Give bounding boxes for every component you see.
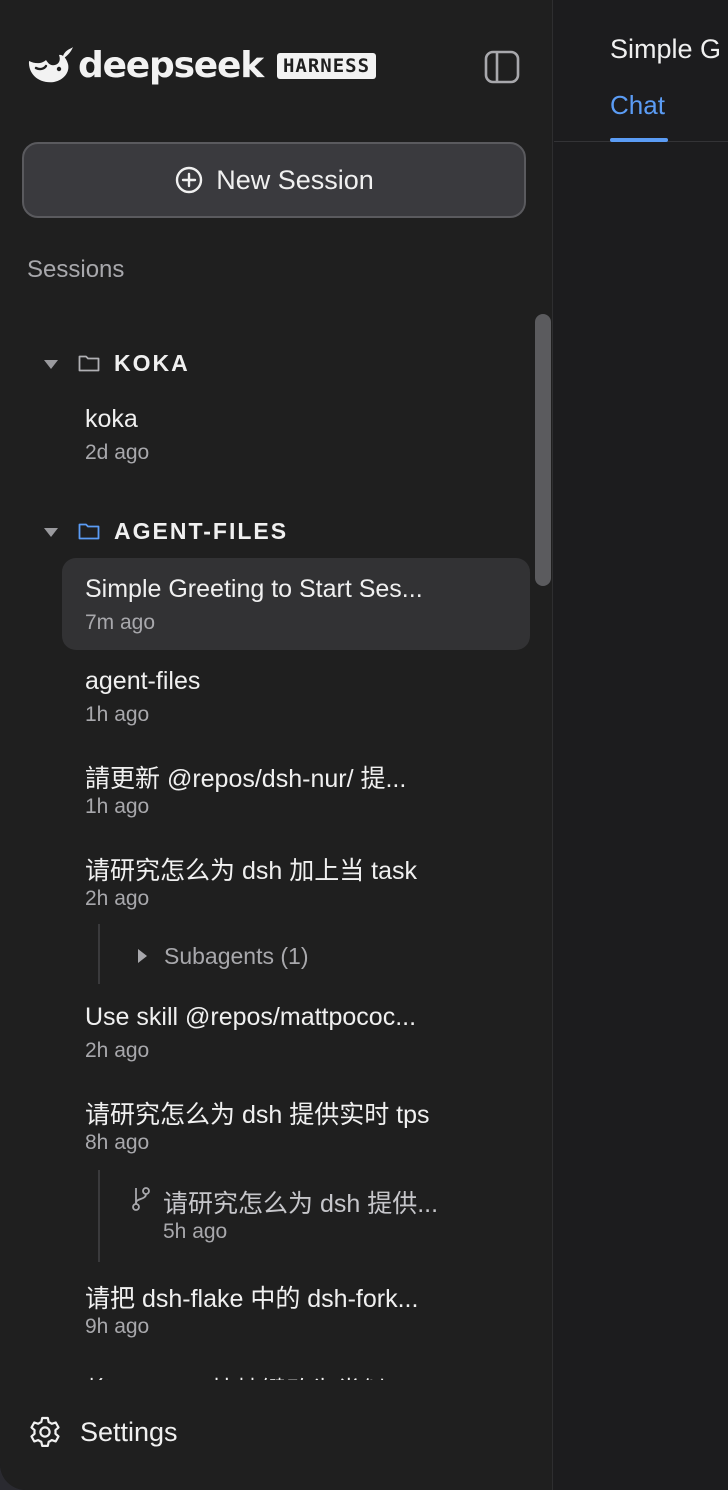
sidebar-scrollbar[interactable] bbox=[535, 314, 551, 586]
session-time: 2d ago bbox=[85, 441, 150, 464]
settings-button[interactable]: Settings bbox=[28, 1410, 178, 1454]
main-header: Simple G Chat bbox=[554, 0, 728, 142]
group-name: AGENT-FILES bbox=[114, 517, 289, 544]
session-time: 2h ago bbox=[85, 887, 150, 910]
session-time: 1h ago bbox=[85, 795, 150, 818]
harness-badge: HARNESS bbox=[276, 53, 377, 79]
session-time: 7m ago bbox=[85, 611, 156, 634]
session-item-active[interactable]: Simple Greeting to Start Ses... 7m ago bbox=[62, 558, 530, 650]
session-item[interactable]: 請更新 @repos/dsh-nur/ 提... 1h ago bbox=[62, 742, 530, 834]
brand-logo: deepseek HARNESS bbox=[26, 44, 377, 88]
session-item[interactable]: 请研究怎么为 dsh 提供实时 tps 8h ago bbox=[62, 1078, 530, 1170]
session-title: 請更新 @repos/dsh-nur/ 提... bbox=[85, 765, 407, 793]
caret-right-icon bbox=[138, 949, 147, 963]
subagents-toggle[interactable]: Subagents (1) bbox=[138, 940, 308, 972]
session-item[interactable]: 请研究怎么为 dsh 加上当 task 2h ago bbox=[62, 834, 530, 926]
session-title: 请研究怎么为 dsh 提供实时 tps bbox=[85, 1101, 430, 1129]
session-title: agent-files bbox=[85, 667, 201, 695]
tree-connector bbox=[98, 1170, 100, 1262]
tree-connector bbox=[98, 924, 100, 984]
session-item[interactable]: agent-files 1h ago bbox=[62, 650, 530, 742]
fork-title: 请研究怎么为 dsh 提供... bbox=[163, 1190, 439, 1218]
new-session-label: New Session bbox=[216, 164, 374, 195]
fork-time: 5h ago bbox=[163, 1220, 228, 1243]
subagents-label: Subagents (1) bbox=[164, 942, 309, 969]
group-header-agent-files[interactable]: AGENT-FILES bbox=[44, 515, 288, 547]
tab-chat[interactable]: Chat bbox=[610, 90, 665, 121]
whale-logo-icon bbox=[28, 47, 73, 83]
session-list: KOKA koka 2d ago AGENT-FILES Simple Gree… bbox=[0, 318, 553, 1380]
active-tab-indicator bbox=[610, 138, 668, 142]
session-title: 将Windows快捷键改为类似M bbox=[85, 1371, 407, 1380]
sidebar-toggle-icon[interactable] bbox=[484, 50, 520, 84]
session-item[interactable]: Use skill @repos/mattpococ... 2h ago bbox=[62, 986, 530, 1078]
plus-circle-icon bbox=[176, 166, 203, 194]
new-session-button[interactable]: New Session bbox=[22, 142, 526, 218]
session-title: Use skill @repos/mattpococ... bbox=[85, 1003, 417, 1031]
session-time: 9h ago bbox=[85, 1315, 150, 1338]
brand-wordmark: deepseek bbox=[78, 45, 264, 86]
group-header-koka[interactable]: KOKA bbox=[44, 347, 190, 379]
session-item[interactable]: koka 2d ago bbox=[62, 388, 530, 480]
session-title: 请把 dsh-flake 中的 dsh-fork... bbox=[85, 1285, 419, 1313]
sessions-heading: Sessions bbox=[27, 256, 125, 283]
forked-session-item[interactable]: 请研究怎么为 dsh 提供... 5h ago bbox=[126, 1180, 530, 1260]
folder-icon bbox=[78, 523, 100, 540]
git-branch-icon bbox=[132, 1187, 150, 1211]
session-time: 2h ago bbox=[85, 1039, 150, 1062]
group-name: KOKA bbox=[114, 349, 190, 376]
app-window: deepseek HARNESS New Session Sessions KO… bbox=[0, 0, 728, 1490]
folder-icon bbox=[78, 355, 100, 372]
session-time: 8h ago bbox=[85, 1131, 150, 1154]
caret-down-icon bbox=[44, 527, 58, 537]
session-title: koka bbox=[85, 405, 138, 433]
session-item[interactable]: 将Windows快捷键改为类似M bbox=[62, 1354, 530, 1380]
settings-label: Settings bbox=[80, 1416, 178, 1447]
main-pane: Simple G Chat bbox=[554, 0, 728, 1490]
session-title-heading: Simple G bbox=[610, 34, 722, 64]
session-time: 1h ago bbox=[85, 703, 150, 726]
session-title: 请研究怎么为 dsh 加上当 task bbox=[85, 857, 417, 885]
sidebar: deepseek HARNESS New Session Sessions KO… bbox=[0, 0, 553, 1490]
session-item[interactable]: 请把 dsh-flake 中的 dsh-fork... 9h ago bbox=[62, 1262, 530, 1354]
gear-icon bbox=[30, 1416, 60, 1447]
session-title: Simple Greeting to Start Ses... bbox=[85, 575, 423, 603]
caret-down-icon bbox=[44, 359, 58, 369]
